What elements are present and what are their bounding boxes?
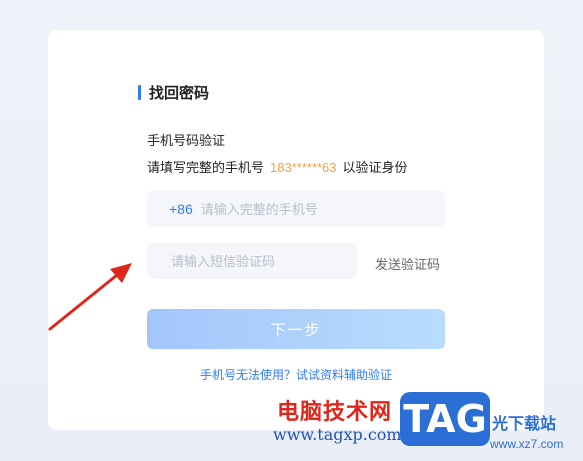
masked-phone-number: 183******63 <box>270 160 337 175</box>
reset-password-card: 找回密码 手机号码验证 请填写完整的手机号 183******63 以验证身份 +8… <box>48 30 544 430</box>
sms-code-input[interactable] <box>169 252 357 270</box>
next-step-button[interactable]: 下一步 <box>147 309 445 349</box>
phone-input-wrapper[interactable]: +86 <box>147 191 445 227</box>
phone-input[interactable] <box>198 200 403 218</box>
watermark-tag-badge: TAG <box>400 392 490 446</box>
title-row: 找回密码 <box>138 82 209 102</box>
red-arrow-annotation <box>48 263 132 331</box>
country-code: +86 <box>169 201 193 217</box>
send-code-button[interactable]: 发送验证码 <box>375 254 440 273</box>
alternate-verification-link[interactable]: 手机号无法使用？试试资料辅助验证 <box>48 366 544 383</box>
watermark-site-name: 电脑技术网 <box>277 400 393 425</box>
watermark-site-name-2: 光下载站 <box>492 416 557 433</box>
sms-code-input-wrapper[interactable] <box>147 243 357 279</box>
page-title: 找回密码 <box>149 84 210 102</box>
instructions-prefix: 请填写完整的手机号 <box>147 160 265 175</box>
verification-subheading: 手机号码验证 <box>147 133 226 148</box>
title-accent-bar <box>138 84 141 100</box>
watermark-site-url: www.tagxp.com <box>273 425 402 444</box>
verification-instructions: 请填写完整的手机号 183******63 以验证身份 <box>147 157 408 176</box>
instructions-suffix: 以验证身份 <box>342 160 408 175</box>
watermark-site-url-2: www.xz7.com <box>490 437 564 451</box>
